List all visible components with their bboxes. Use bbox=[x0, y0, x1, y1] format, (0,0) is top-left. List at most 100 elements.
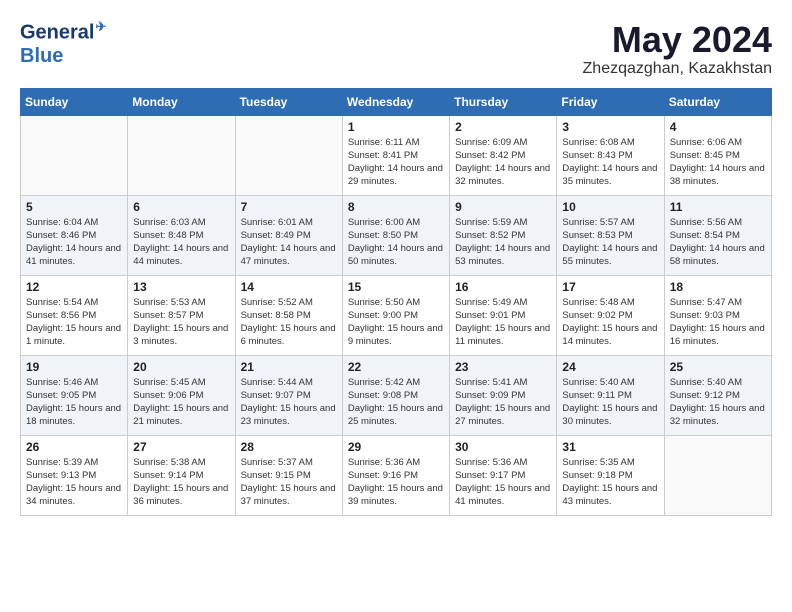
calendar-cell: 31 Sunrise: 5:35 AM Sunset: 9:18 PM Dayli… bbox=[557, 435, 664, 515]
day-number: 13 bbox=[133, 280, 229, 294]
calendar-table: SundayMondayTuesdayWednesdayThursdayFrid… bbox=[20, 88, 772, 516]
logo-general: General bbox=[20, 22, 94, 44]
day-number: 6 bbox=[133, 200, 229, 214]
day-info: Sunrise: 5:52 AM Sunset: 8:58 PM Dayligh… bbox=[241, 296, 337, 349]
day-number: 4 bbox=[670, 120, 766, 134]
day-number: 29 bbox=[348, 440, 444, 454]
day-number: 1 bbox=[348, 120, 444, 134]
day-number: 24 bbox=[562, 360, 658, 374]
calendar-cell: 6 Sunrise: 6:03 AM Sunset: 8:48 PM Daylig… bbox=[128, 195, 235, 275]
day-info: Sunrise: 5:35 AM Sunset: 9:18 PM Dayligh… bbox=[562, 456, 658, 509]
day-number: 5 bbox=[26, 200, 122, 214]
day-info: Sunrise: 6:06 AM Sunset: 8:45 PM Dayligh… bbox=[670, 136, 766, 189]
day-info: Sunrise: 6:11 AM Sunset: 8:41 PM Dayligh… bbox=[348, 136, 444, 189]
day-number: 30 bbox=[455, 440, 551, 454]
day-number: 18 bbox=[670, 280, 766, 294]
day-info: Sunrise: 5:36 AM Sunset: 9:16 PM Dayligh… bbox=[348, 456, 444, 509]
month-year-title: May 2024 bbox=[583, 20, 772, 60]
day-number: 2 bbox=[455, 120, 551, 134]
calendar-cell: 21 Sunrise: 5:44 AM Sunset: 9:07 PM Dayli… bbox=[235, 355, 342, 435]
calendar-cell: 4 Sunrise: 6:06 AM Sunset: 8:45 PM Daylig… bbox=[664, 115, 771, 195]
day-info: Sunrise: 5:46 AM Sunset: 9:05 PM Dayligh… bbox=[26, 376, 122, 429]
calendar-cell: 19 Sunrise: 5:46 AM Sunset: 9:05 PM Dayli… bbox=[21, 355, 128, 435]
calendar-cell: 9 Sunrise: 5:59 AM Sunset: 8:52 PM Daylig… bbox=[450, 195, 557, 275]
day-number: 8 bbox=[348, 200, 444, 214]
weekday-header-tuesday: Tuesday bbox=[235, 88, 342, 115]
day-info: Sunrise: 5:59 AM Sunset: 8:52 PM Dayligh… bbox=[455, 216, 551, 269]
day-number: 16 bbox=[455, 280, 551, 294]
day-info: Sunrise: 5:42 AM Sunset: 9:08 PM Dayligh… bbox=[348, 376, 444, 429]
weekday-header-saturday: Saturday bbox=[664, 88, 771, 115]
day-info: Sunrise: 5:40 AM Sunset: 9:11 PM Dayligh… bbox=[562, 376, 658, 429]
calendar-cell: 13 Sunrise: 5:53 AM Sunset: 8:57 PM Dayli… bbox=[128, 275, 235, 355]
page-header: General✈ Blue May 2024 Zhezqazghan, Kaza… bbox=[20, 20, 772, 78]
calendar-header: SundayMondayTuesdayWednesdayThursdayFrid… bbox=[21, 88, 772, 115]
calendar-cell: 15 Sunrise: 5:50 AM Sunset: 9:00 PM Dayli… bbox=[342, 275, 449, 355]
day-number: 15 bbox=[348, 280, 444, 294]
day-number: 11 bbox=[670, 200, 766, 214]
day-info: Sunrise: 5:47 AM Sunset: 9:03 PM Dayligh… bbox=[670, 296, 766, 349]
calendar-cell: 7 Sunrise: 6:01 AM Sunset: 8:49 PM Daylig… bbox=[235, 195, 342, 275]
calendar-cell: 27 Sunrise: 5:38 AM Sunset: 9:14 PM Dayli… bbox=[128, 435, 235, 515]
day-number: 31 bbox=[562, 440, 658, 454]
day-number: 28 bbox=[241, 440, 337, 454]
day-number: 12 bbox=[26, 280, 122, 294]
day-info: Sunrise: 5:48 AM Sunset: 9:02 PM Dayligh… bbox=[562, 296, 658, 349]
day-info: Sunrise: 5:53 AM Sunset: 8:57 PM Dayligh… bbox=[133, 296, 229, 349]
location-subtitle: Zhezqazghan, Kazakhstan bbox=[583, 60, 772, 78]
day-number: 27 bbox=[133, 440, 229, 454]
day-info: Sunrise: 5:54 AM Sunset: 8:56 PM Dayligh… bbox=[26, 296, 122, 349]
calendar-cell: 30 Sunrise: 5:36 AM Sunset: 9:17 PM Dayli… bbox=[450, 435, 557, 515]
calendar-cell: 23 Sunrise: 5:41 AM Sunset: 9:09 PM Dayli… bbox=[450, 355, 557, 435]
day-info: Sunrise: 6:04 AM Sunset: 8:46 PM Dayligh… bbox=[26, 216, 122, 269]
weekday-header-thursday: Thursday bbox=[450, 88, 557, 115]
day-info: Sunrise: 5:37 AM Sunset: 9:15 PM Dayligh… bbox=[241, 456, 337, 509]
day-number: 10 bbox=[562, 200, 658, 214]
calendar-cell: 10Sunrise: 5:57 AM Sunset: 8:53 PM Dayli… bbox=[557, 195, 664, 275]
day-number: 17 bbox=[562, 280, 658, 294]
day-info: Sunrise: 5:41 AM Sunset: 9:09 PM Dayligh… bbox=[455, 376, 551, 429]
day-number: 22 bbox=[348, 360, 444, 374]
calendar-cell: 3Sunrise: 6:08 AM Sunset: 8:43 PM Daylig… bbox=[557, 115, 664, 195]
calendar-cell: 25 Sunrise: 5:40 AM Sunset: 9:12 PM Dayli… bbox=[664, 355, 771, 435]
day-number: 9 bbox=[455, 200, 551, 214]
day-info: Sunrise: 5:50 AM Sunset: 9:00 PM Dayligh… bbox=[348, 296, 444, 349]
day-number: 7 bbox=[241, 200, 337, 214]
day-number: 26 bbox=[26, 440, 122, 454]
calendar-cell bbox=[128, 115, 235, 195]
title-block: May 2024 Zhezqazghan, Kazakhstan bbox=[583, 20, 772, 78]
calendar-cell: 18 Sunrise: 5:47 AM Sunset: 9:03 PM Dayli… bbox=[664, 275, 771, 355]
weekday-header-sunday: Sunday bbox=[21, 88, 128, 115]
day-info: Sunrise: 5:36 AM Sunset: 9:17 PM Dayligh… bbox=[455, 456, 551, 509]
weekday-header-friday: Friday bbox=[557, 88, 664, 115]
day-info: Sunrise: 5:40 AM Sunset: 9:12 PM Dayligh… bbox=[670, 376, 766, 429]
day-info: Sunrise: 5:56 AM Sunset: 8:54 PM Dayligh… bbox=[670, 216, 766, 269]
calendar-cell: 14Sunrise: 5:52 AM Sunset: 8:58 PM Dayli… bbox=[235, 275, 342, 355]
calendar-cell: 22 Sunrise: 5:42 AM Sunset: 9:08 PM Dayli… bbox=[342, 355, 449, 435]
day-info: Sunrise: 5:44 AM Sunset: 9:07 PM Dayligh… bbox=[241, 376, 337, 429]
calendar-cell: 20Sunrise: 5:45 AM Sunset: 9:06 PM Dayli… bbox=[128, 355, 235, 435]
day-number: 21 bbox=[241, 360, 337, 374]
calendar-cell bbox=[664, 435, 771, 515]
day-info: Sunrise: 6:03 AM Sunset: 8:48 PM Dayligh… bbox=[133, 216, 229, 269]
weekday-header-wednesday: Wednesday bbox=[342, 88, 449, 115]
calendar-cell: 1 Sunrise: 6:11 AM Sunset: 8:41 PM Daylig… bbox=[342, 115, 449, 195]
day-info: Sunrise: 5:39 AM Sunset: 9:13 PM Dayligh… bbox=[26, 456, 122, 509]
weekday-header-monday: Monday bbox=[128, 88, 235, 115]
calendar-cell: 5 Sunrise: 6:04 AM Sunset: 8:46 PM Daylig… bbox=[21, 195, 128, 275]
calendar-cell: 26 Sunrise: 5:39 AM Sunset: 9:13 PM Dayli… bbox=[21, 435, 128, 515]
calendar-cell: 16 Sunrise: 5:49 AM Sunset: 9:01 PM Dayli… bbox=[450, 275, 557, 355]
day-info: Sunrise: 5:49 AM Sunset: 9:01 PM Dayligh… bbox=[455, 296, 551, 349]
day-info: Sunrise: 6:01 AM Sunset: 8:49 PM Dayligh… bbox=[241, 216, 337, 269]
day-info: Sunrise: 6:08 AM Sunset: 8:43 PM Dayligh… bbox=[562, 136, 658, 189]
day-info: Sunrise: 5:38 AM Sunset: 9:14 PM Dayligh… bbox=[133, 456, 229, 509]
day-number: 25 bbox=[670, 360, 766, 374]
calendar-cell: 12 Sunrise: 5:54 AM Sunset: 8:56 PM Dayli… bbox=[21, 275, 128, 355]
day-number: 23 bbox=[455, 360, 551, 374]
day-number: 19 bbox=[26, 360, 122, 374]
calendar-cell: 29 Sunrise: 5:36 AM Sunset: 9:16 PM Dayli… bbox=[342, 435, 449, 515]
day-number: 20 bbox=[133, 360, 229, 374]
calendar-cell: 8Sunrise: 6:00 AM Sunset: 8:50 PM Daylig… bbox=[342, 195, 449, 275]
calendar-cell bbox=[21, 115, 128, 195]
calendar-cell: 2Sunrise: 6:09 AM Sunset: 8:42 PM Daylig… bbox=[450, 115, 557, 195]
